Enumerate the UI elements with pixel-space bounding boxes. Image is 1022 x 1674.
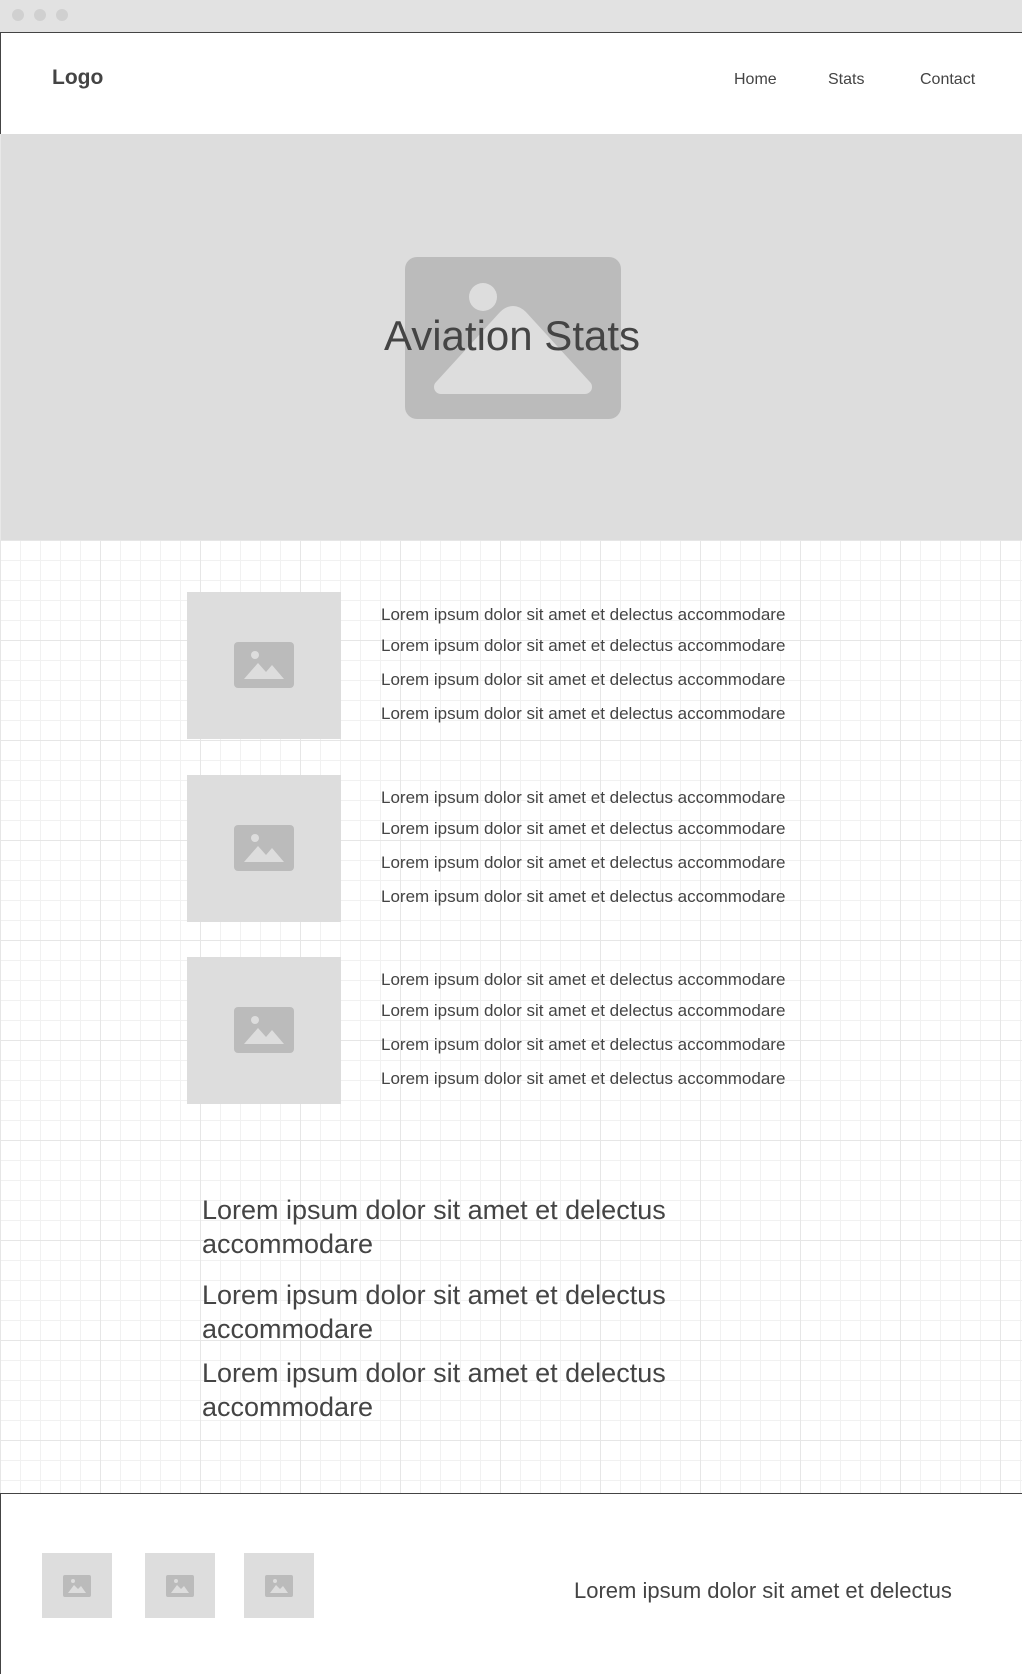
image-placeholder-icon <box>63 1575 91 1597</box>
paragraph: Lorem ipsum dolor sit amet et delectus a… <box>202 1280 666 1344</box>
image-placeholder-icon <box>234 825 294 871</box>
footer-image-placeholder <box>42 1553 112 1618</box>
site-footer: Lorem ipsum dolor sit amet et delectus <box>0 1493 1022 1674</box>
hero-banner: Aviation Stats <box>0 134 1022 540</box>
nav-contact-link[interactable]: Contact <box>920 71 975 89</box>
footer-text: Lorem ipsum dolor sit amet et delectus <box>574 1578 952 1603</box>
row-text-line: Lorem ipsum dolor sit amet et delectus a… <box>381 1069 786 1088</box>
row-text-line: Lorem ipsum dolor sit amet et delectus a… <box>381 704 786 723</box>
paragraph: Lorem ipsum dolor sit amet et delectus a… <box>202 1358 666 1422</box>
window-titlebar <box>0 0 1022 32</box>
window-close-dot[interactable] <box>12 9 24 21</box>
image-placeholder-icon <box>166 1575 194 1597</box>
image-placeholder-icon <box>234 642 294 688</box>
row-text-line: Lorem ipsum dolor sit amet et delectus a… <box>381 788 786 807</box>
row-text-line: Lorem ipsum dolor sit amet et delectus a… <box>381 1001 786 1020</box>
footer-image-placeholder <box>145 1553 215 1618</box>
row-text-line: Lorem ipsum dolor sit amet et delectus a… <box>381 970 786 989</box>
image-placeholder-icon <box>265 1575 293 1597</box>
footer-image-placeholder <box>244 1553 314 1618</box>
nav-home-link[interactable]: Home <box>734 71 777 89</box>
window-minimize-dot[interactable] <box>34 9 46 21</box>
paragraph: Lorem ipsum dolor sit amet et delectus a… <box>202 1195 666 1259</box>
row-text-line: Lorem ipsum dolor sit amet et delectus a… <box>381 670 786 689</box>
hero-title: Aviation Stats <box>383 312 641 359</box>
image-placeholder-icon <box>234 1007 294 1053</box>
row-text-line: Lorem ipsum dolor sit amet et delectus a… <box>381 1035 786 1054</box>
page: Logo Home Stats Contact Aviation Stats L… <box>0 0 1022 1674</box>
row-image-placeholder <box>187 957 341 1104</box>
logo[interactable]: Logo <box>52 66 103 90</box>
row-image-placeholder <box>187 592 341 739</box>
nav-stats-link[interactable]: Stats <box>828 71 864 89</box>
row-image-placeholder <box>187 775 341 922</box>
row-text-line: Lorem ipsum dolor sit amet et delectus a… <box>381 853 786 872</box>
row-text-line: Lorem ipsum dolor sit amet et delectus a… <box>381 887 786 906</box>
site-header: Logo Home Stats Contact <box>0 32 1022 134</box>
row-text-line: Lorem ipsum dolor sit amet et delectus a… <box>381 636 786 655</box>
row-text-line: Lorem ipsum dolor sit amet et delectus a… <box>381 605 786 624</box>
row-text-line: Lorem ipsum dolor sit amet et delectus a… <box>381 819 786 838</box>
content-section: Lorem ipsum dolor sit amet et delectus a… <box>0 540 1022 1493</box>
window-maximize-dot[interactable] <box>56 9 68 21</box>
